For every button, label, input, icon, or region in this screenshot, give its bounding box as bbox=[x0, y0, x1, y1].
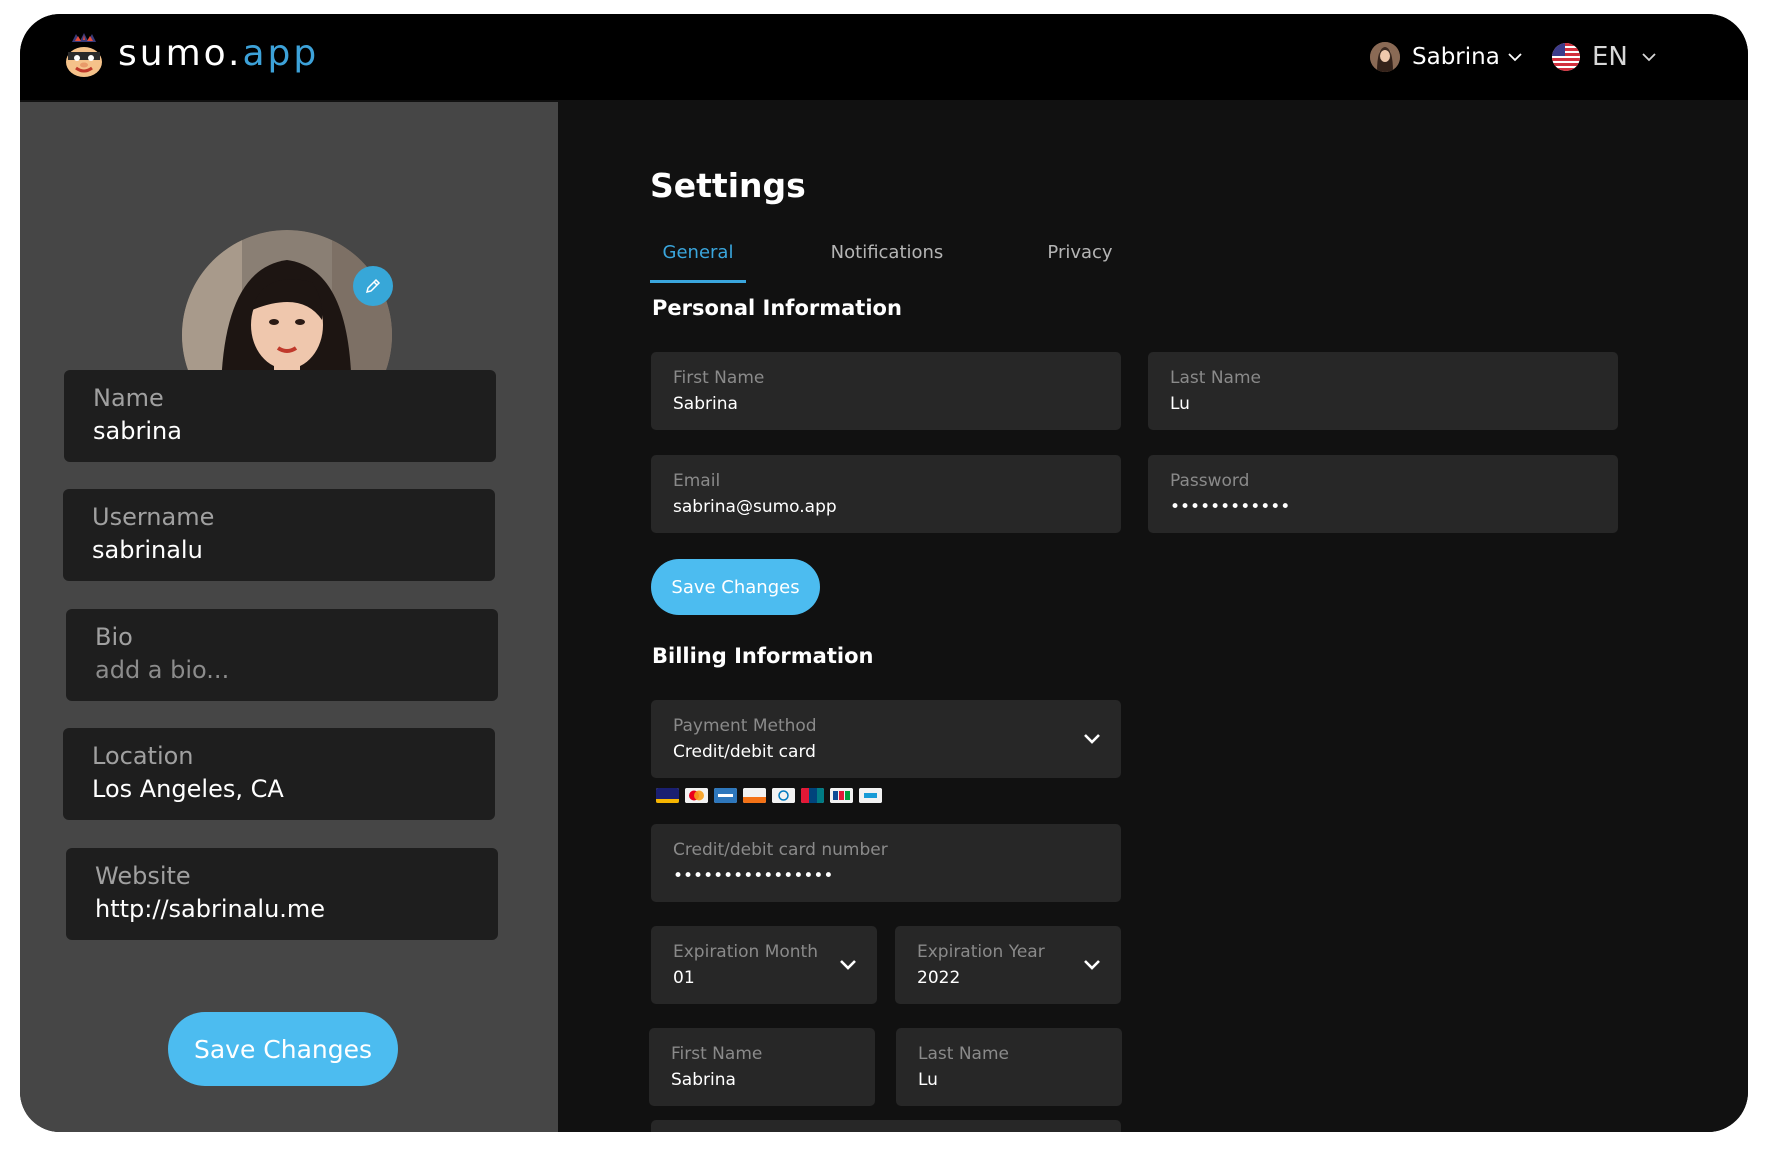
name-label: Name bbox=[93, 384, 164, 412]
billing-first-name-label: First Name bbox=[671, 1044, 763, 1064]
expiration-year-label: Expiration Year bbox=[917, 942, 1045, 962]
billing-last-name-value: Lu bbox=[918, 1070, 938, 1090]
card-number-label: Credit/debit card number bbox=[673, 840, 888, 860]
first-name-label: First Name bbox=[673, 368, 765, 388]
name-field[interactable]: Name sabrina bbox=[64, 370, 496, 462]
last-name-field[interactable]: Last Name Lu bbox=[1148, 352, 1618, 430]
chevron-down-icon bbox=[1084, 734, 1100, 744]
password-field[interactable]: Password •••••••••••• bbox=[1148, 455, 1618, 533]
us-flag-icon bbox=[1552, 43, 1580, 71]
user-menu[interactable]: Sabrina bbox=[1370, 38, 1524, 76]
password-label: Password bbox=[1170, 471, 1250, 491]
password-value: •••••••••••• bbox=[1170, 497, 1291, 517]
personal-info-title: Personal Information bbox=[652, 296, 902, 320]
card-brand-list bbox=[656, 788, 882, 803]
logo-tld: app bbox=[242, 33, 320, 74]
card-number-value: •••••••••••••••• bbox=[673, 866, 834, 886]
billing-first-name-value: Sabrina bbox=[671, 1070, 736, 1090]
edit-photo-button[interactable] bbox=[353, 266, 393, 306]
jcb-icon bbox=[830, 788, 853, 803]
expiration-year-select[interactable]: Expiration Year 2022 bbox=[895, 926, 1121, 1004]
language-code: EN bbox=[1592, 42, 1628, 72]
user-name: Sabrina bbox=[1412, 44, 1500, 70]
email-field[interactable]: Email sabrina@sumo.app bbox=[651, 455, 1121, 533]
location-field[interactable]: Location Los Angeles, CA bbox=[63, 728, 495, 820]
billing-first-name-field[interactable]: First Name Sabrina bbox=[649, 1028, 875, 1106]
bio-label: Bio bbox=[95, 623, 133, 651]
tab-notifications[interactable]: Notifications bbox=[822, 232, 952, 280]
first-name-value: Sabrina bbox=[673, 394, 738, 414]
chevron-down-icon bbox=[840, 960, 856, 970]
location-label: Location bbox=[92, 742, 194, 770]
personal-save-button[interactable]: Save Changes bbox=[651, 559, 820, 615]
language-menu[interactable]: EN bbox=[1552, 38, 1658, 76]
top-bar: sumo.app Sabrina EN bbox=[20, 14, 1748, 100]
expiration-month-label: Expiration Month bbox=[673, 942, 818, 962]
bio-field[interactable]: Bio add a bio... bbox=[66, 609, 498, 701]
billing-info-title: Billing Information bbox=[652, 644, 874, 668]
last-name-value: Lu bbox=[1170, 394, 1190, 414]
last-name-label: Last Name bbox=[1170, 368, 1261, 388]
billing-last-name-label: Last Name bbox=[918, 1044, 1009, 1064]
app-logo-text[interactable]: sumo.app bbox=[118, 32, 319, 76]
visa-icon bbox=[656, 788, 679, 803]
amex-icon bbox=[714, 788, 737, 803]
payment-method-value: Credit/debit card bbox=[673, 742, 816, 762]
payment-method-label: Payment Method bbox=[673, 716, 817, 736]
username-value: sabrinalu bbox=[92, 536, 203, 564]
first-name-field[interactable]: First Name Sabrina bbox=[651, 352, 1121, 430]
tab-general[interactable]: General bbox=[650, 232, 746, 283]
billing-last-name-field[interactable]: Last Name Lu bbox=[896, 1028, 1122, 1106]
expiration-year-value: 2022 bbox=[917, 968, 961, 988]
pencil-icon bbox=[365, 278, 381, 294]
sumo-mascot-icon[interactable] bbox=[62, 32, 106, 80]
avatar bbox=[1370, 42, 1400, 72]
profile-sidebar: Name sabrina Username sabrinalu Bio add … bbox=[20, 102, 558, 1132]
paypal-icon bbox=[859, 788, 882, 803]
location-value: Los Angeles, CA bbox=[92, 775, 284, 803]
tab-privacy[interactable]: Privacy bbox=[1040, 232, 1120, 280]
website-label: Website bbox=[95, 862, 191, 890]
diners-icon bbox=[772, 788, 795, 803]
profile-save-button[interactable]: Save Changes bbox=[168, 1012, 398, 1086]
bio-placeholder: add a bio... bbox=[95, 656, 230, 684]
website-field[interactable]: Website http://sabrinalu.me bbox=[66, 848, 498, 940]
page-title: Settings bbox=[650, 166, 806, 205]
email-label: Email bbox=[673, 471, 721, 491]
settings-tabs: General Notifications Privacy bbox=[650, 232, 1250, 283]
payment-method-select[interactable]: Payment Method Credit/debit card bbox=[651, 700, 1121, 778]
name-value: sabrina bbox=[93, 417, 182, 445]
unionpay-icon bbox=[801, 788, 824, 803]
settings-panel: Settings General Notifications Privacy P… bbox=[558, 102, 1748, 1132]
expiration-month-value: 01 bbox=[673, 968, 695, 988]
website-value: http://sabrinalu.me bbox=[95, 895, 326, 923]
chevron-down-icon bbox=[1084, 960, 1100, 970]
mastercard-icon bbox=[685, 788, 708, 803]
card-number-field[interactable]: Credit/debit card number •••••••••••••••… bbox=[651, 824, 1121, 902]
email-value: sabrina@sumo.app bbox=[673, 497, 837, 517]
next-billing-field[interactable] bbox=[651, 1120, 1121, 1132]
discover-icon bbox=[743, 788, 766, 803]
username-field[interactable]: Username sabrinalu bbox=[63, 489, 495, 581]
chevron-down-icon bbox=[1642, 53, 1656, 62]
logo-name: sumo. bbox=[118, 33, 243, 74]
expiration-month-select[interactable]: Expiration Month 01 bbox=[651, 926, 877, 1004]
chevron-down-icon bbox=[1508, 53, 1522, 62]
username-label: Username bbox=[92, 503, 215, 531]
app-window: sumo.app Sabrina EN Name sabrina Usernam… bbox=[20, 14, 1748, 1132]
